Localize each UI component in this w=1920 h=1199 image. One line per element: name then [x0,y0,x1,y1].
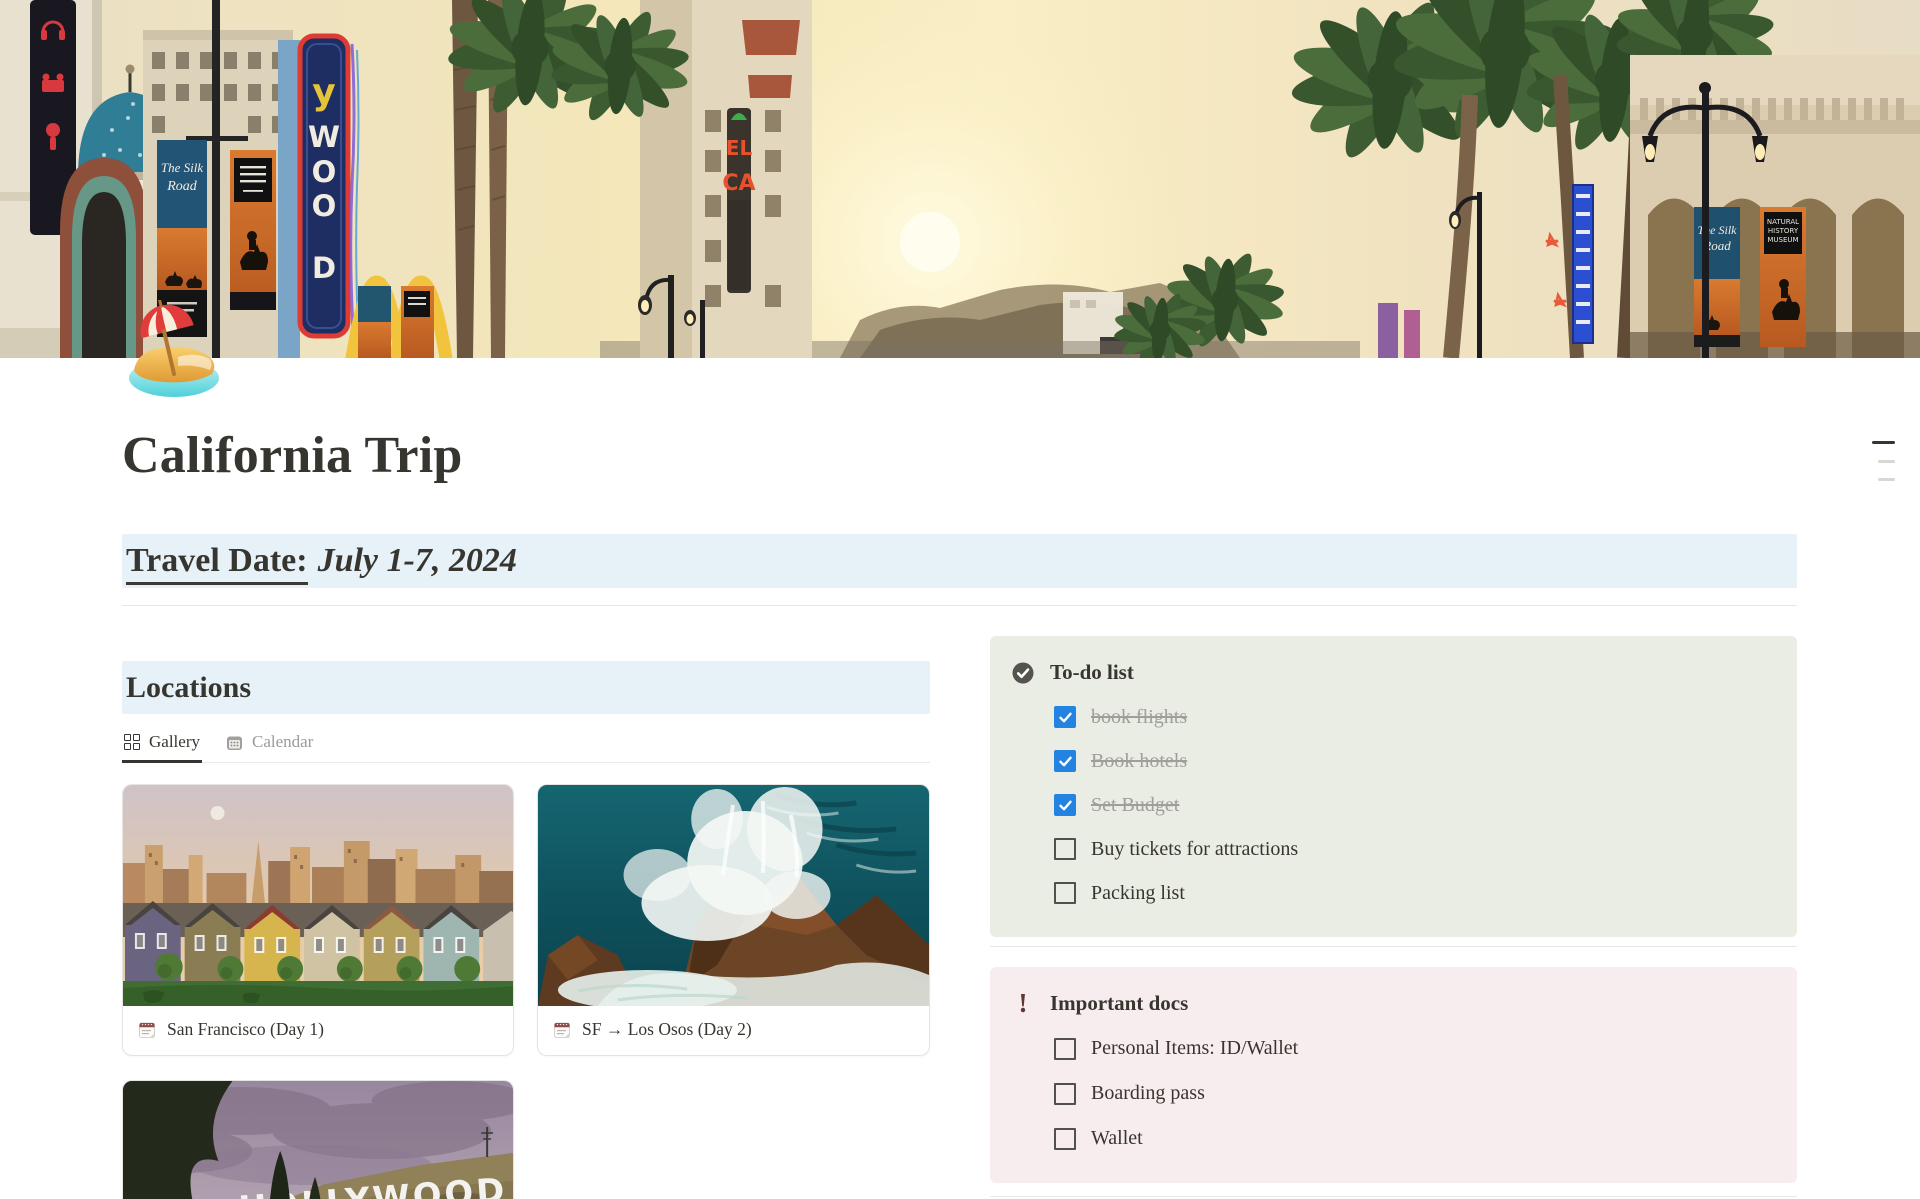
todo-item-label: Book hotels [1091,750,1187,773]
cover-image[interactable]: EL CA [0,0,1920,358]
todo-item-book-flights[interactable]: book flights [1054,695,1773,739]
todo-item-label: Buy tickets for attractions [1091,838,1298,861]
gallery-grid: San Francisco (Day 1) [122,784,930,1199]
doc-item-personal-items[interactable]: Personal Items: ID/Wallet [1054,1026,1773,1071]
todo-item-label: Packing list [1091,882,1185,905]
travel-date-value: July 1-7, 2024 [318,542,517,579]
todo-item-buy-tickets[interactable]: Buy tickets for attractions [1054,827,1773,871]
card-caption: San Francisco (Day 1) [123,1006,513,1055]
san-francisco-image [123,785,513,1006]
tab-calendar-label: Calendar [252,732,313,752]
checkbox-checked-icon[interactable] [1054,706,1076,728]
important-docs-list: Personal Items: ID/Wallet Boarding pass … [1012,1026,1773,1161]
beach-umbrella-icon [124,300,224,400]
museum-banner-right: NATURAL HISTORY MUSEUM [1760,207,1806,347]
todo-item-label: book flights [1091,706,1187,729]
checkbox-unchecked-icon[interactable] [1054,1083,1076,1105]
cover-scene: EL CA [0,0,1920,358]
silk-road-banner-right: The Silk Road [1694,207,1740,347]
ocean-waves-image [538,785,929,1006]
page-content: California Trip Travel Date: July 1-7, 20… [0,424,1920,1199]
svg-text:CA: CA [722,171,755,196]
view-tabs: Gallery Calendar [122,726,930,763]
gallery-card-hollywood[interactable]: HOLLYWOOD [122,1080,514,1199]
checkbox-unchecked-icon[interactable] [1054,1038,1076,1060]
svg-text:y: y [312,72,335,113]
doc-item-label: Personal Items: ID/Wallet [1091,1037,1298,1060]
gallery-card-sf-los-osos[interactable]: SF → Los Osos (Day 2) [537,784,930,1056]
important-docs-title: Important docs [1050,991,1188,1016]
card-caption-text: SF → Los Osos (Day 2) [582,1019,752,1040]
todo-title: To-do list [1050,660,1134,685]
svg-text:W: W [308,120,340,154]
checkbox-unchecked-icon[interactable] [1054,882,1076,904]
gallery-card-san-francisco[interactable]: San Francisco (Day 1) [122,784,514,1056]
tab-gallery[interactable]: Gallery [122,726,202,763]
todo-item-packing-list[interactable]: Packing list [1054,871,1773,915]
svg-text:NATURAL: NATURAL [1767,218,1799,226]
doc-item-label: Wallet [1091,1127,1143,1150]
tab-gallery-label: Gallery [149,732,200,752]
calendar-icon [226,734,243,751]
travel-date-label: Travel Date: [126,542,308,585]
svg-text:D: D [312,251,336,285]
svg-text:O: O [312,155,337,189]
tab-calendar[interactable]: Calendar [224,726,315,762]
museum-banner [230,150,276,310]
divider [122,605,1797,606]
svg-text:The Silk: The Silk [161,160,203,175]
gallery-icon [124,734,140,750]
locations-heading: Locations [122,661,930,714]
notepad-icon [552,1020,572,1040]
doc-item-wallet[interactable]: Wallet [1054,1116,1773,1161]
card-caption-text: San Francisco (Day 1) [167,1019,324,1040]
exclamation-icon: ! [1012,991,1034,1016]
notepad-icon [137,1020,157,1040]
svg-text:Road: Road [166,179,198,194]
checkbox-unchecked-icon[interactable] [1054,1128,1076,1150]
card-caption: SF → Los Osos (Day 2) [538,1006,929,1055]
todo-item-label: Set Budget [1091,794,1179,817]
divider [990,1196,1797,1197]
checkbox-checked-icon[interactable] [1054,750,1076,772]
important-docs-callout: ! Important docs Personal Items: ID/Wall… [990,967,1797,1183]
svg-text:O: O [312,189,337,223]
svg-text:HISTORY: HISTORY [1768,227,1799,235]
svg-text:MUSEUM: MUSEUM [1767,236,1798,244]
todo-item-book-hotels[interactable]: Book hotels [1054,739,1773,783]
travel-date-heading: Travel Date: July 1-7, 2024 [122,534,1797,588]
notion-page: EL CA [0,0,1920,1199]
check-circle-icon [1012,660,1034,685]
doc-item-label: Boarding pass [1091,1082,1205,1105]
page-title[interactable]: California Trip [122,424,1797,487]
divider [990,946,1797,947]
hollywood-sign-image: HOLLYWOOD [123,1081,513,1199]
todo-callout: To-do list book flights [990,636,1797,937]
todo-list: book flights Book hotels S [1012,695,1773,915]
page-icon-beach-umbrella[interactable] [124,300,224,400]
svg-text:EL: EL [726,136,753,160]
doc-item-boarding-pass[interactable]: Boarding pass [1054,1071,1773,1116]
checkbox-checked-icon[interactable] [1054,794,1076,816]
hollywood-neon-sign: y W O O D [300,36,359,336]
todo-item-set-budget[interactable]: Set Budget [1054,783,1773,827]
checkbox-unchecked-icon[interactable] [1054,838,1076,860]
